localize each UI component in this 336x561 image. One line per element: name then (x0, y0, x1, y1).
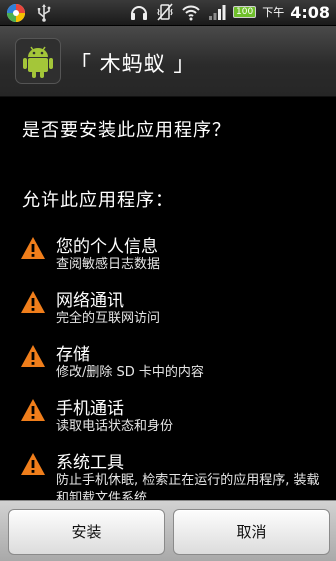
app-icon (15, 38, 61, 84)
permission-title: 手机通话 (56, 399, 124, 419)
android-robot-icon (23, 46, 53, 78)
install-button[interactable]: 安装 (8, 509, 165, 555)
status-bar-left (6, 3, 54, 23)
status-bar: 100 下午 4:08 (0, 0, 336, 26)
permission-title: 网络通讯 (56, 291, 124, 311)
warning-icon (21, 237, 45, 259)
permission-title: 系统工具 (56, 453, 124, 473)
permission-list: 您的个人信息 查阅敏感日志数据 网络通讯 完全的互联网访问 存储 修改/删除 S… (0, 232, 336, 506)
pinwheel-icon (7, 4, 25, 22)
wifi-icon (182, 5, 200, 21)
permission-item[interactable]: 系统工具 防止手机休眠, 检索正在运行的应用程序, 装载和卸载文件系统 (0, 448, 336, 506)
permission-description: 修改/删除 SD 卡中的内容 (56, 365, 204, 380)
signal-icon (209, 5, 226, 20)
permission-description: 查阅敏感日志数据 (56, 257, 161, 272)
cancel-button[interactable]: 取消 (173, 509, 330, 555)
permission-item[interactable]: 网络通讯 完全的互联网访问 (0, 286, 336, 340)
install-question: 是否要安装此应用程序？ (22, 120, 231, 141)
warning-icon (21, 399, 45, 421)
status-time: 4:08 (290, 2, 330, 22)
app-title: 「 木蚂蚁 」 (70, 52, 196, 76)
title-bar: 「 木蚂蚁 」 (0, 26, 336, 97)
battery-icon: 100 (233, 6, 257, 18)
status-bar-right: 100 下午 4:08 (129, 2, 330, 22)
permission-item[interactable]: 您的个人信息 查阅敏感日志数据 (0, 232, 336, 286)
headset-icon (131, 6, 148, 20)
permission-item[interactable]: 存储 修改/删除 SD 卡中的内容 (0, 340, 336, 394)
vibrate-icon (157, 3, 173, 21)
warning-icon (21, 453, 45, 475)
status-ampm: 下午 (262, 6, 285, 19)
usb-icon (37, 4, 51, 22)
permission-item[interactable]: 手机通话 读取电话状态和身份 (0, 394, 336, 448)
button-bar: 安装 取消 (0, 500, 336, 561)
permission-title: 您的个人信息 (56, 237, 158, 257)
permission-title: 存储 (56, 345, 90, 365)
permission-description: 读取电话状态和身份 (56, 419, 174, 434)
warning-icon (21, 291, 45, 313)
warning-icon (21, 345, 45, 367)
permission-description: 完全的互联网访问 (56, 311, 161, 326)
permissions-heading: 允许此应用程序： (22, 190, 174, 211)
